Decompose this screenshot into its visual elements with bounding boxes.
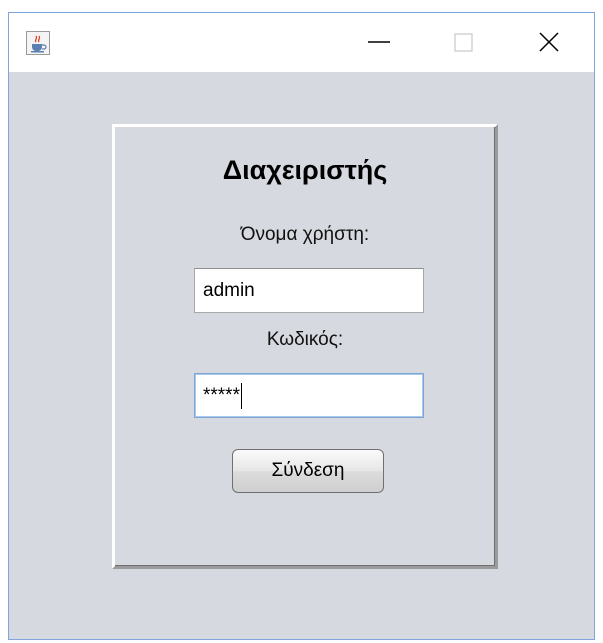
username-label: Όνομα χρήστη: bbox=[240, 224, 370, 245]
password-value: ***** bbox=[203, 385, 240, 406]
minimize-button[interactable] bbox=[344, 13, 414, 72]
text-caret bbox=[240, 382, 242, 409]
maximize-button[interactable] bbox=[429, 13, 499, 72]
minimize-icon bbox=[368, 41, 390, 43]
panel-title: Διαχειριστής bbox=[222, 155, 388, 185]
close-button[interactable] bbox=[514, 13, 584, 72]
password-label: Κωδικός: bbox=[266, 329, 344, 350]
app-window: Διαχειριστής Όνομα χρήστη: admin Κωδικός… bbox=[8, 12, 595, 640]
password-field[interactable]: ***** bbox=[194, 373, 424, 418]
close-icon bbox=[539, 32, 559, 52]
login-panel: Διαχειριστής Όνομα χρήστη: admin Κωδικός… bbox=[112, 124, 498, 569]
username-field[interactable]: admin bbox=[194, 268, 424, 313]
title-bar[interactable] bbox=[9, 13, 594, 72]
login-button[interactable]: Σύνδεση bbox=[232, 449, 384, 493]
java-cup-icon[interactable] bbox=[26, 31, 50, 55]
username-value: admin bbox=[203, 280, 255, 301]
maximize-icon bbox=[454, 33, 473, 52]
